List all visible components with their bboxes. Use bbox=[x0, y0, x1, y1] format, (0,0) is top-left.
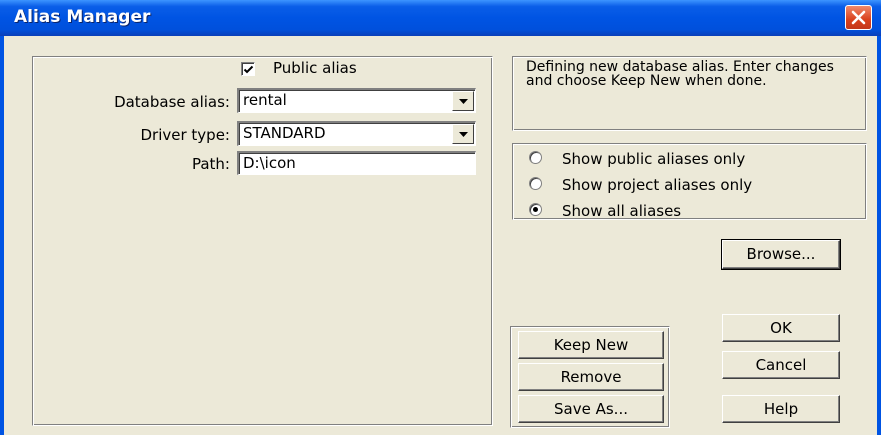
radio-selected-dot bbox=[533, 207, 538, 212]
database-alias-value: rental bbox=[243, 91, 287, 109]
status-message: Defining new database alias. Enter chang… bbox=[526, 59, 834, 89]
database-alias-select[interactable]: rental bbox=[237, 88, 476, 113]
radio-button[interactable] bbox=[529, 177, 542, 190]
driver-type-select[interactable]: STANDARD bbox=[237, 121, 476, 146]
database-alias-dropdown-button[interactable] bbox=[452, 91, 474, 111]
window-frame-right bbox=[877, 36, 881, 435]
save-as-button[interactable]: Save As... bbox=[518, 395, 664, 423]
driver-type-label: Driver type: bbox=[140, 126, 231, 144]
remove-button[interactable]: Remove bbox=[518, 363, 664, 391]
chevron-down-icon bbox=[459, 132, 468, 137]
path-input[interactable]: D:\icon bbox=[237, 151, 476, 175]
public-alias-checkbox[interactable] bbox=[241, 62, 255, 76]
driver-type-value: STANDARD bbox=[243, 124, 326, 142]
window-title: Alias Manager bbox=[14, 7, 151, 27]
close-button[interactable] bbox=[845, 5, 872, 30]
alias-filter-group: Show public aliases only Show project al… bbox=[512, 143, 867, 220]
close-icon bbox=[851, 10, 866, 25]
chevron-down-icon bbox=[459, 99, 468, 104]
ok-button[interactable]: OK bbox=[722, 314, 840, 342]
keep-new-button[interactable]: Keep New bbox=[518, 331, 664, 359]
window-frame-left bbox=[0, 36, 4, 435]
radio-label: Show public aliases only bbox=[562, 150, 746, 168]
driver-type-dropdown-button[interactable] bbox=[452, 124, 474, 144]
check-icon bbox=[243, 65, 254, 74]
radio-button[interactable] bbox=[529, 203, 542, 216]
path-value: D:\icon bbox=[243, 154, 296, 172]
radio-label: Show project aliases only bbox=[562, 176, 753, 194]
help-button[interactable]: Help bbox=[722, 395, 840, 423]
cancel-button[interactable]: Cancel bbox=[722, 351, 840, 379]
path-label: Path: bbox=[191, 155, 230, 173]
radio-button[interactable] bbox=[529, 151, 542, 164]
browse-button[interactable]: Browse... bbox=[721, 239, 841, 270]
title-bar[interactable]: Alias Manager bbox=[0, 0, 881, 36]
public-alias-label: Public alias bbox=[273, 59, 357, 77]
database-alias-label: Database alias: bbox=[114, 93, 230, 111]
status-message-panel: Defining new database alias. Enter chang… bbox=[512, 56, 867, 131]
radio-label: Show all aliases bbox=[562, 202, 682, 220]
